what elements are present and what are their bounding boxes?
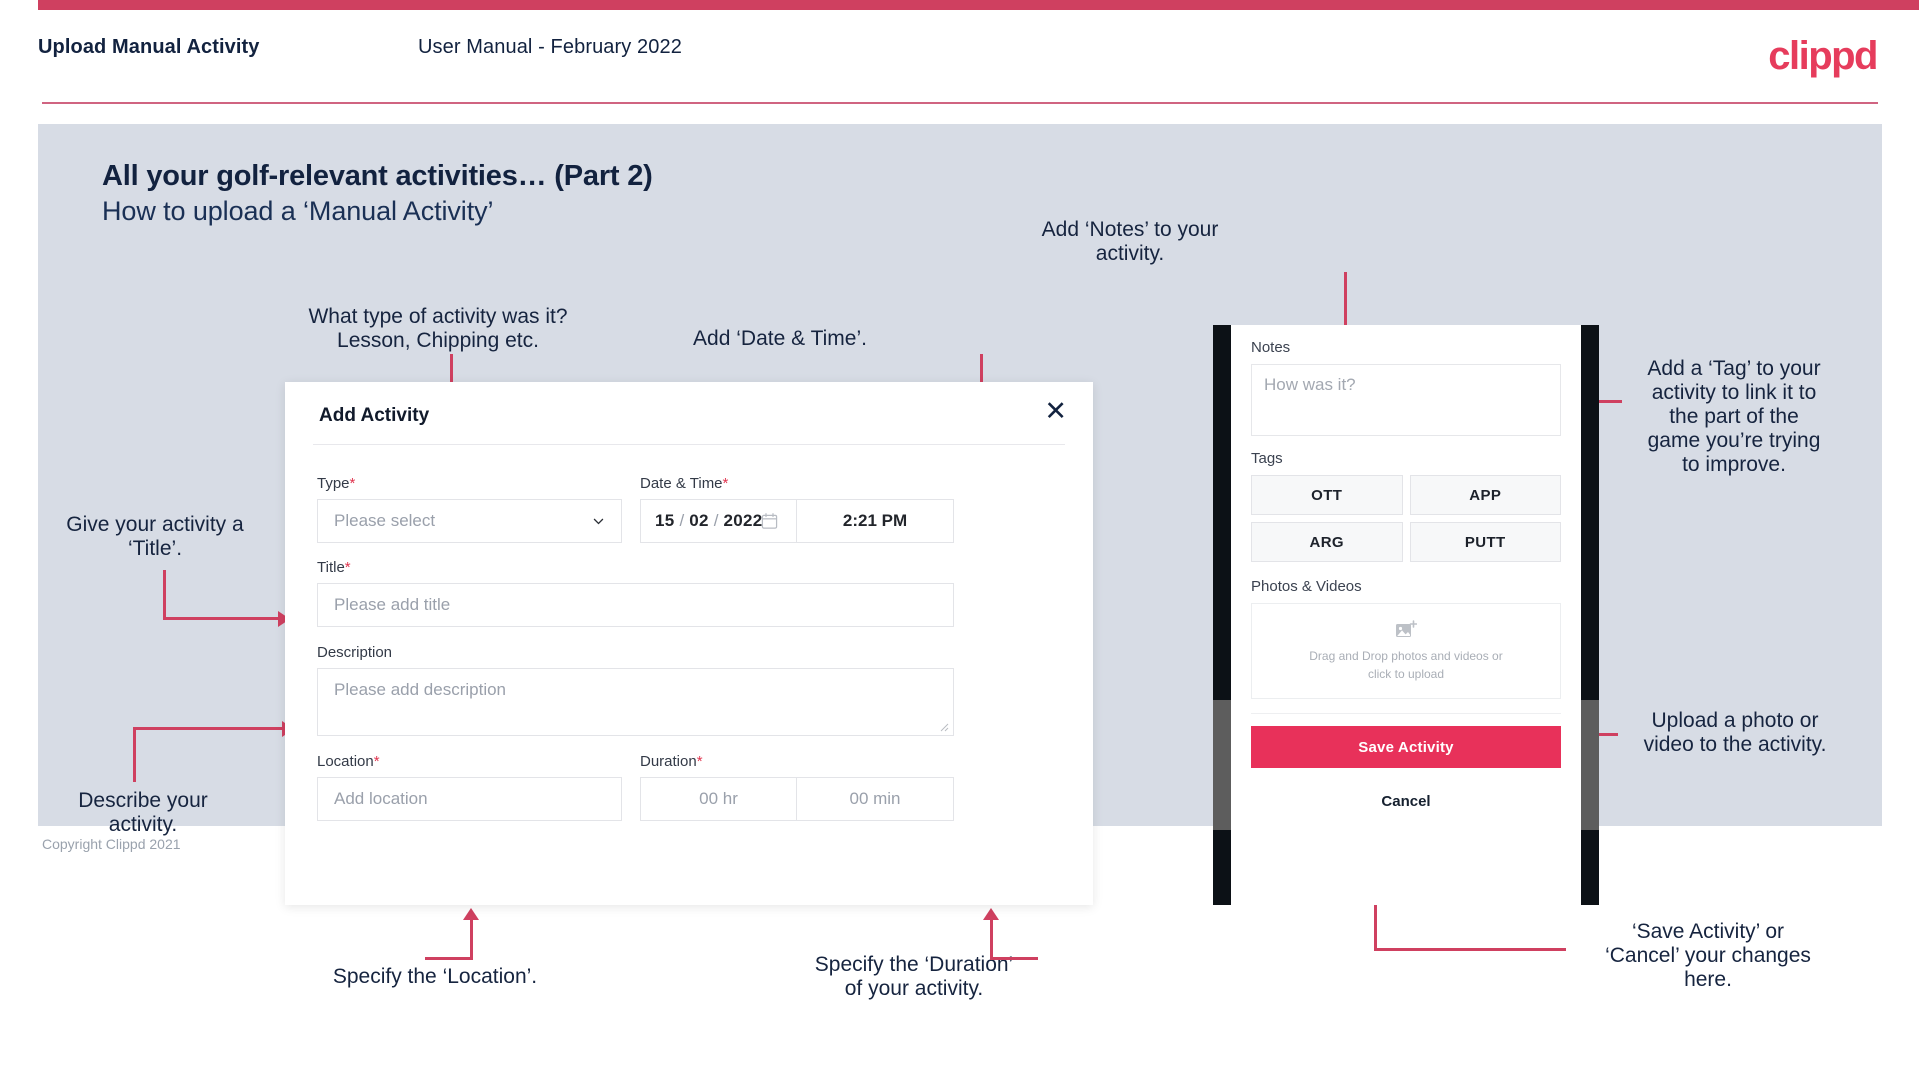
dialog-header-divider bbox=[313, 444, 1065, 445]
annotation-type: What type of activity was it? Lesson, Ch… bbox=[308, 305, 568, 352]
duration-minutes-input[interactable]: 00 min bbox=[797, 777, 954, 821]
description-textarea[interactable]: Please add description bbox=[317, 668, 954, 736]
header-subtitle: User Manual - February 2022 bbox=[418, 36, 682, 58]
photos-label: Photos & Videos bbox=[1251, 578, 1362, 595]
page-title: Upload Manual Activity bbox=[38, 36, 260, 58]
phone-divider bbox=[1251, 713, 1561, 714]
annotation-save: ‘Save Activity’ or ‘Cancel’ your changes… bbox=[1605, 920, 1811, 991]
save-activity-button[interactable]: Save Activity bbox=[1251, 726, 1561, 768]
duration-hours-input[interactable]: 00 hr bbox=[640, 777, 797, 821]
copyright-text: Copyright Clippd 2021 bbox=[42, 836, 181, 852]
leader-duration-arrow bbox=[983, 908, 999, 920]
phone-bezel-right-segment bbox=[1581, 700, 1599, 830]
annotation-upload: Upload a photo or video to the activity. bbox=[1643, 709, 1827, 756]
slide-subtitle: How to upload a ‘Manual Activity’ bbox=[102, 196, 494, 226]
location-label: Location* bbox=[317, 753, 380, 770]
datetime-required-mark: * bbox=[722, 475, 729, 492]
leader-location-v bbox=[470, 920, 473, 960]
add-image-icon bbox=[1396, 619, 1417, 637]
title-field-label: Title* bbox=[317, 559, 351, 576]
tag-button-app[interactable]: APP bbox=[1409, 475, 1561, 515]
tag-button-arg[interactable]: ARG bbox=[1251, 522, 1403, 562]
clippd-logo: clippd bbox=[1768, 34, 1878, 78]
time-input[interactable]: 2:21 PM bbox=[797, 499, 954, 543]
location-placeholder: Add location bbox=[334, 789, 428, 808]
chevron-down-icon bbox=[593, 518, 604, 525]
duration-label: Duration* bbox=[640, 753, 703, 770]
cancel-button[interactable]: Cancel bbox=[1251, 784, 1561, 818]
header-divider bbox=[42, 102, 1878, 104]
photo-upload-dropzone[interactable]: Drag and Drop photos and videos or click… bbox=[1251, 603, 1561, 699]
leader-save-h bbox=[1374, 948, 1566, 951]
duration-required-mark: * bbox=[696, 753, 703, 770]
leader-title-h bbox=[163, 617, 281, 620]
slide-title: All your golf-relevant activities… (Part… bbox=[102, 160, 653, 192]
notes-textarea[interactable]: How was it? bbox=[1251, 364, 1561, 436]
date-month: 02 bbox=[689, 511, 709, 530]
calendar-icon[interactable] bbox=[761, 513, 778, 530]
datetime-label-text: Date & Time bbox=[640, 475, 723, 492]
notes-label: Notes bbox=[1251, 339, 1291, 356]
title-field-label-text: Title bbox=[317, 559, 345, 576]
notes-placeholder: How was it? bbox=[1264, 375, 1356, 394]
leader-duration-v bbox=[990, 920, 993, 960]
duration-label-text: Duration bbox=[640, 753, 697, 770]
dropzone-line-2: click to upload bbox=[1367, 666, 1445, 681]
title-input[interactable]: Please add title bbox=[317, 583, 954, 627]
leader-notes-v1 bbox=[1344, 272, 1347, 330]
date-day: 15 bbox=[655, 511, 675, 530]
date-year: 2022 bbox=[723, 511, 763, 530]
duration-minutes-value: 00 min bbox=[849, 789, 901, 808]
date-sep-1: / bbox=[679, 511, 685, 530]
dropzone-line-1: Drag and Drop photos and videos or bbox=[1309, 648, 1503, 663]
phone-mockup: Notes How was it? Tags OTT APP ARG PUTT … bbox=[1213, 325, 1599, 905]
date-sep-2: / bbox=[713, 511, 719, 530]
annotation-location: Specify the ‘Location’. bbox=[332, 965, 538, 988]
description-label: Description bbox=[317, 644, 392, 661]
annotation-notes: Add ‘Notes’ to your activity. bbox=[1041, 218, 1219, 265]
add-activity-dialog: Add Activity ✕ Type* Please select Date … bbox=[285, 382, 1093, 905]
resize-grip-icon[interactable] bbox=[939, 722, 949, 732]
type-label: Type* bbox=[317, 475, 355, 492]
leader-description-h bbox=[133, 727, 285, 730]
top-accent-bar bbox=[0, 0, 1919, 10]
phone-screen: Notes How was it? Tags OTT APP ARG PUTT … bbox=[1231, 325, 1581, 905]
leader-description-v bbox=[133, 727, 136, 782]
leader-title-v bbox=[163, 570, 166, 620]
tags-label: Tags bbox=[1251, 450, 1283, 467]
leader-location-arrow bbox=[463, 908, 479, 920]
duration-hours-value: 00 hr bbox=[699, 789, 738, 808]
close-icon[interactable]: ✕ bbox=[1044, 398, 1067, 425]
type-placeholder: Please select bbox=[334, 511, 436, 530]
date-input[interactable]: 15 / 02 / 2022 bbox=[640, 499, 797, 543]
type-required-mark: * bbox=[349, 475, 356, 492]
tags-grid: OTT APP ARG PUTT bbox=[1251, 475, 1561, 562]
leader-duration-h bbox=[990, 957, 1038, 960]
annotation-description: Describe your activity. bbox=[78, 789, 208, 836]
location-label-text: Location bbox=[317, 753, 374, 770]
annotation-tags: Add a ‘Tag’ to your activity to link it … bbox=[1647, 357, 1821, 476]
description-label-text: Description bbox=[317, 644, 393, 661]
tag-button-putt[interactable]: PUTT bbox=[1409, 522, 1561, 562]
dialog-title: Add Activity bbox=[319, 405, 430, 426]
description-placeholder: Please add description bbox=[334, 680, 507, 699]
type-label-text: Type bbox=[317, 475, 350, 492]
annotation-datetime: Add ‘Date & Time’. bbox=[693, 327, 867, 350]
time-value: 2:21 PM bbox=[842, 511, 908, 530]
location-input[interactable]: Add location bbox=[317, 777, 622, 821]
phone-bezel-left-segment bbox=[1213, 700, 1231, 830]
tag-button-ott[interactable]: OTT bbox=[1251, 475, 1403, 515]
datetime-label: Date & Time* bbox=[640, 475, 728, 492]
title-required-mark: * bbox=[344, 559, 351, 576]
type-select[interactable]: Please select bbox=[317, 499, 622, 543]
title-placeholder: Please add title bbox=[334, 595, 451, 614]
location-required-mark: * bbox=[373, 753, 380, 770]
slide-root: Upload Manual Activity User Manual - Feb… bbox=[0, 0, 1919, 1079]
annotation-title: Give your activity a ‘Title’. bbox=[66, 513, 244, 560]
leader-location-h bbox=[425, 957, 473, 960]
annotation-duration: Specify the ‘Duration’ of your activity. bbox=[814, 953, 1014, 1000]
top-accent-bar-notch bbox=[0, 0, 38, 10]
